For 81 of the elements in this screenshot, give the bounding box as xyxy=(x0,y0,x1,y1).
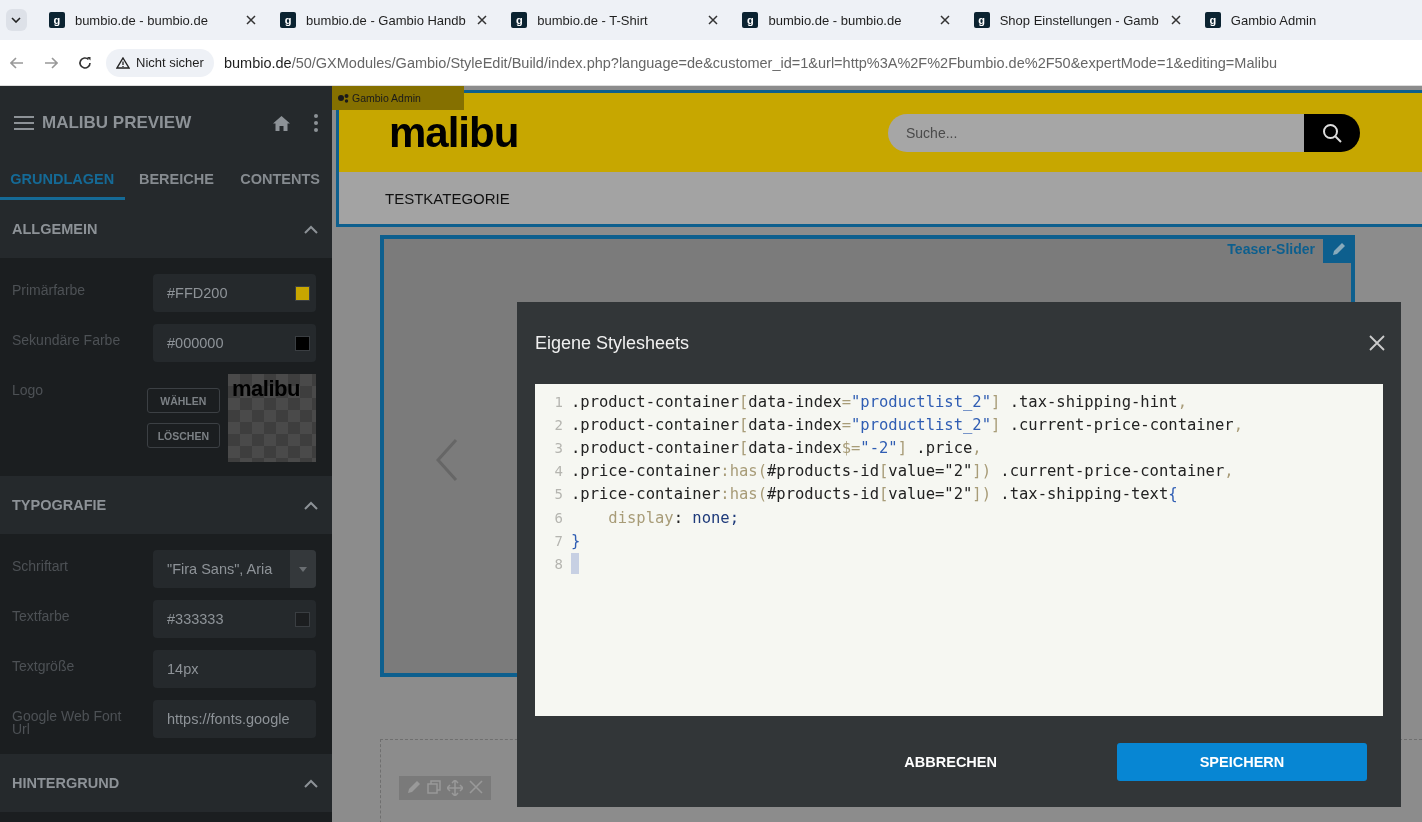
home-icon[interactable] xyxy=(273,115,290,131)
url-text[interactable]: bumbio.de/50/GXModules/Gambio/StyleEdit/Build/index.php?language=de&customer_id=1&url=http%3A%2F%2Fbumbio.de%2F50&expertMode=1&editing=Malibu xyxy=(223,54,1278,71)
color-swatch[interactable] xyxy=(295,335,310,351)
dialog-title: Eigene Stylesheets xyxy=(535,332,690,354)
search-icon xyxy=(1322,122,1342,143)
line-number: 3 xyxy=(553,439,564,456)
chevron-up-icon[interactable] xyxy=(304,778,318,788)
category-link[interactable]: TESTKATEGORIE xyxy=(385,189,510,207)
code-line: .price-container:has(#products-id[value="2"]) .current-price-container, xyxy=(571,462,1234,481)
chevron-up-icon[interactable] xyxy=(304,500,318,510)
code-line: .product-container[data-index$="-2"] .price, xyxy=(571,438,982,457)
favicon-icon: g xyxy=(1204,12,1221,28)
shop-logo: malibu xyxy=(389,108,520,157)
sidebar-tab[interactable]: CONTENTS xyxy=(228,160,332,200)
admin-badge[interactable]: Gambio Admin xyxy=(332,86,464,110)
tab-list-button[interactable] xyxy=(6,9,27,31)
close-icon xyxy=(1369,335,1385,351)
code-line: display: none; xyxy=(607,508,739,527)
search-button[interactable] xyxy=(1304,113,1360,152)
code-editor[interactable] xyxy=(535,384,1383,716)
chevron-up-icon[interactable] xyxy=(304,224,318,234)
reload-icon[interactable] xyxy=(78,55,92,70)
close-icon[interactable] xyxy=(1170,15,1181,25)
slider-label: Teaser-Slider xyxy=(1227,241,1315,257)
sidebar-tab[interactable]: BEREICHE xyxy=(124,160,229,200)
browser-tab[interactable]: g bumbio.de - Gambio Handb xyxy=(270,4,498,36)
close-icon[interactable] xyxy=(708,15,719,25)
caret-icon xyxy=(299,566,307,572)
browser-tab[interactable]: g bumbio.de - bumbio.de xyxy=(732,4,960,36)
code-line: .product-container[data-index="productlist_2"] .tax-shipping-hint, xyxy=(571,392,1187,411)
color-swatch[interactable] xyxy=(295,285,310,301)
line-number: 1 xyxy=(553,393,564,410)
favicon-icon: g xyxy=(742,12,759,28)
back-icon[interactable] xyxy=(10,56,24,69)
cancel-button[interactable]: ABBRECHEN xyxy=(898,752,1003,771)
security-chip[interactable]: Nicht sicher xyxy=(106,48,214,77)
more-icon[interactable] xyxy=(314,114,318,132)
warning-icon xyxy=(116,56,130,69)
browser-tab[interactable]: g bumbio.de - T-Shirt xyxy=(501,4,729,36)
favicon-icon: g xyxy=(973,12,990,28)
logo-text: malibu xyxy=(232,376,300,401)
favicon-icon: g xyxy=(280,12,297,28)
line-number: 7 xyxy=(553,532,564,549)
chevron-down-icon xyxy=(11,17,22,23)
search-field[interactable]: Suche... xyxy=(888,113,1304,152)
close-button[interactable] xyxy=(1369,335,1385,351)
logo-button[interactable]: WÄHLEN xyxy=(146,388,220,413)
color-input[interactable]: #333333 xyxy=(153,600,316,638)
font-select[interactable]: "Fira Sans", Aria xyxy=(153,550,316,588)
close-icon[interactable] xyxy=(246,15,257,25)
sidebar-title: MALIBU PREVIEW xyxy=(42,113,193,133)
code-line: .price-container:has(#products-id[value="2"]) .tax-shipping-text{ xyxy=(571,485,1178,504)
section-header[interactable]: HINTERGRUND xyxy=(0,754,332,812)
text-input[interactable]: https://fonts.google xyxy=(153,700,316,738)
close-icon[interactable] xyxy=(477,15,488,25)
section-header[interactable]: ALLGEMEIN xyxy=(0,200,332,258)
line-number: 6 xyxy=(553,509,564,526)
color-swatch[interactable] xyxy=(295,611,310,627)
color-input[interactable]: #FFD200 xyxy=(153,274,316,312)
forward-icon[interactable] xyxy=(44,56,58,69)
pencil-icon xyxy=(1332,242,1346,256)
line-number: 8 xyxy=(553,555,564,572)
browser-tab[interactable]: g Gambio Admin xyxy=(1194,4,1422,36)
text-input[interactable]: 14px xyxy=(153,650,316,688)
gears-icon xyxy=(337,93,349,103)
line-number: 5 xyxy=(553,486,564,503)
menu-icon[interactable] xyxy=(14,116,34,130)
browser-tab[interactable]: g Shop Einstellungen - Gamb xyxy=(963,4,1191,36)
favicon-icon: g xyxy=(511,12,528,28)
section-header[interactable]: TYPOGRAFIE xyxy=(0,476,332,534)
favicon-icon: g xyxy=(48,12,65,28)
close-icon[interactable] xyxy=(939,15,950,25)
code-line: } xyxy=(571,531,581,550)
code-line: .product-container[data-index="productlist_2"] .current-price-container, xyxy=(571,415,1243,434)
save-button[interactable]: SPEICHERN xyxy=(1117,742,1367,781)
line-number: 2 xyxy=(553,416,564,433)
color-input[interactable]: #000000 xyxy=(153,324,316,362)
browser-tab[interactable]: g bumbio.de - bumbio.de xyxy=(38,4,267,36)
logo-button[interactable]: LÖSCHEN xyxy=(146,423,220,448)
line-number: 4 xyxy=(553,463,564,480)
admin-label: Gambio Admin xyxy=(352,92,421,104)
